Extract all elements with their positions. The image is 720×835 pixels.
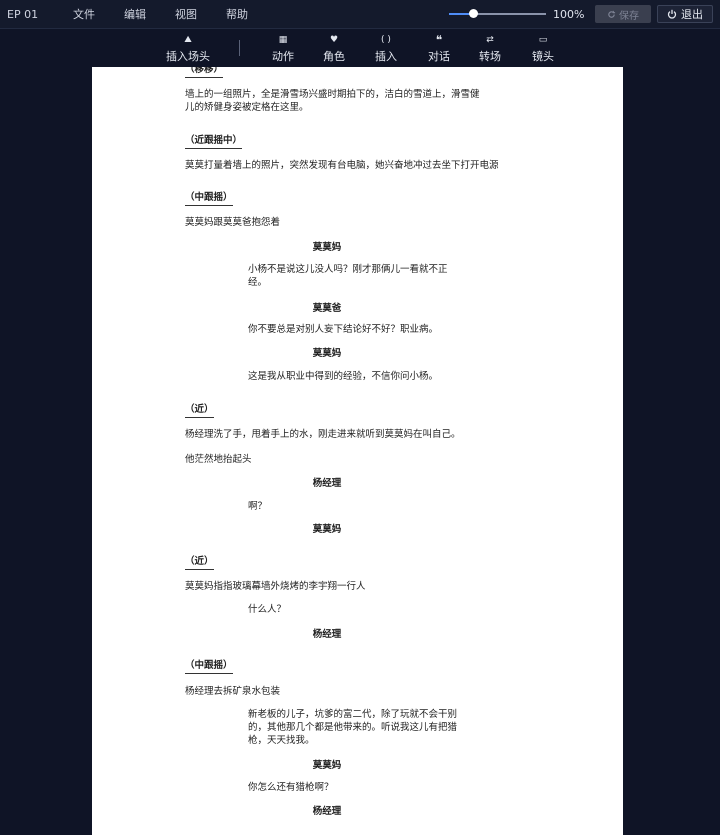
- menu-help[interactable]: 帮助: [226, 6, 248, 22]
- action-line[interactable]: 他茫然地抬起头: [185, 453, 252, 466]
- zoom-slider-handle[interactable]: [469, 9, 479, 18]
- dialogue-line[interactable]: 你怎么还有猎枪啊？: [248, 781, 463, 794]
- toolbar: ⛰ 插入场头 ▦ 动作 ♥ 角色 ( ) 插入 ❝ 对话 ⇄ 转场 ▭ 镜头: [0, 29, 720, 67]
- workspace-right: [623, 67, 720, 835]
- menu-view[interactable]: 视图: [175, 6, 197, 22]
- action-line[interactable]: 莫莫妈跟莫莫爸抱怨着: [185, 216, 280, 229]
- action-label: 动作: [272, 50, 294, 63]
- dialogue-button[interactable]: ❝ 对话: [428, 33, 450, 64]
- action-button[interactable]: ▦ 动作: [272, 33, 294, 64]
- transition-label: 转场: [479, 50, 501, 63]
- shot-button[interactable]: ▭ 镜头: [532, 33, 554, 64]
- action-line[interactable]: 莫莫妈指指玻璃幕墙外烧烤的李宇翔一行人: [185, 580, 366, 593]
- character-button[interactable]: ♥ 角色: [323, 33, 345, 64]
- shot-label: 镜头: [532, 50, 554, 63]
- exit-label: 退出: [681, 8, 703, 21]
- action-icon: ▦: [278, 35, 288, 45]
- character-label: 角色: [323, 50, 345, 63]
- insert-button[interactable]: ( ) 插入: [375, 33, 397, 64]
- save-label: 保存: [619, 10, 639, 22]
- character-name[interactable]: 莫莫妈: [282, 759, 372, 772]
- insert-label: 插入: [375, 50, 397, 63]
- transition-icon: ⇄: [486, 35, 494, 45]
- exit-button[interactable]: 退出: [657, 5, 713, 23]
- toolbar-divider: [239, 40, 240, 56]
- action-line[interactable]: 莫莫打量着墙上的照片，突然发现有台电脑，她兴奋地冲过去坐下打开电源: [185, 159, 499, 172]
- insert-scene-button[interactable]: ⛰ 插入场头: [166, 33, 210, 64]
- dialogue-line[interactable]: 你不要总是对别人妄下结论好不好？职业病。: [248, 323, 463, 336]
- zoom-control: 100%: [449, 0, 584, 28]
- scene-heading[interactable]: （近）: [185, 404, 214, 418]
- action-line[interactable]: 杨经理洗了手，甩着手上的水，刚走进来就听到莫莫妈在叫自己。: [185, 428, 461, 441]
- scene-heading[interactable]: （近）: [185, 556, 214, 570]
- character-name[interactable]: 杨经理: [282, 477, 372, 490]
- zoom-value: 100%: [553, 7, 585, 21]
- menu-edit[interactable]: 编辑: [124, 6, 146, 22]
- parentheses-icon: ( ): [381, 35, 391, 45]
- dialogue-line[interactable]: 啊？: [248, 500, 463, 513]
- character-name[interactable]: 杨经理: [282, 805, 372, 818]
- character-name[interactable]: 莫莫妈: [282, 523, 372, 536]
- scene-heading[interactable]: （移移）: [185, 67, 224, 78]
- scene-heading[interactable]: （中跟摇）: [185, 660, 233, 674]
- scene-heading[interactable]: （近跟摇中）: [185, 135, 243, 149]
- zoom-slider[interactable]: [449, 9, 546, 18]
- dialogue-line[interactable]: 新老板的儿子，坑爹的富二代，除了玩就不会干别的，其他那几个都是他带来的。听说我这…: [248, 708, 463, 747]
- save-icon: [608, 10, 616, 18]
- camera-icon: ▭: [538, 35, 548, 45]
- scene-heading[interactable]: （中跟摇）: [185, 192, 233, 206]
- power-icon: [667, 9, 677, 19]
- menu-bar: EP 01 文件 编辑 视图 帮助 100% 保存 退出: [0, 0, 720, 29]
- dialogue-label: 对话: [428, 50, 450, 63]
- dialogue-line[interactable]: 什么人？: [248, 603, 463, 616]
- action-line[interactable]: 墙上的一组照片，全是滑雪场兴盛时期拍下的，洁白的雪道上，滑雪健儿的矫健身姿被定格…: [185, 88, 485, 114]
- insert-scene-label: 插入场头: [166, 50, 210, 63]
- quote-icon: ❝: [435, 33, 443, 47]
- workspace-left: [0, 67, 92, 835]
- menu-file[interactable]: 文件: [73, 6, 95, 22]
- character-icon: ♥: [329, 35, 339, 45]
- action-line[interactable]: 杨经理去拆矿泉水包装: [185, 685, 280, 698]
- episode-label[interactable]: EP 01: [7, 8, 52, 21]
- dialogue-line[interactable]: 小杨不是说这儿没人吗？刚才那俩儿一看就不正经。: [248, 263, 463, 289]
- dialogue-line[interactable]: 这是我从职业中得到的经验，不信你问小杨。: [248, 370, 463, 383]
- transition-button[interactable]: ⇄ 转场: [479, 33, 501, 64]
- character-name[interactable]: 莫莫妈: [282, 347, 372, 360]
- character-name[interactable]: 莫莫爸: [282, 302, 372, 315]
- scene-icon: ⛰: [184, 35, 192, 45]
- character-name[interactable]: 莫莫妈: [282, 241, 372, 254]
- save-button[interactable]: 保存: [595, 5, 651, 23]
- script-page[interactable]: （移移） 墙上的一组照片，全是滑雪场兴盛时期拍下的，洁白的雪道上，滑雪健儿的矫健…: [92, 67, 623, 835]
- character-name[interactable]: 杨经理: [282, 628, 372, 641]
